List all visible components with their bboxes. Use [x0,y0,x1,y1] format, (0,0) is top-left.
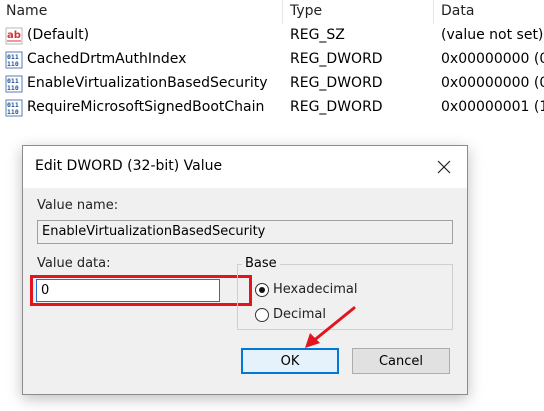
annotation-arrow-icon [305,306,356,348]
